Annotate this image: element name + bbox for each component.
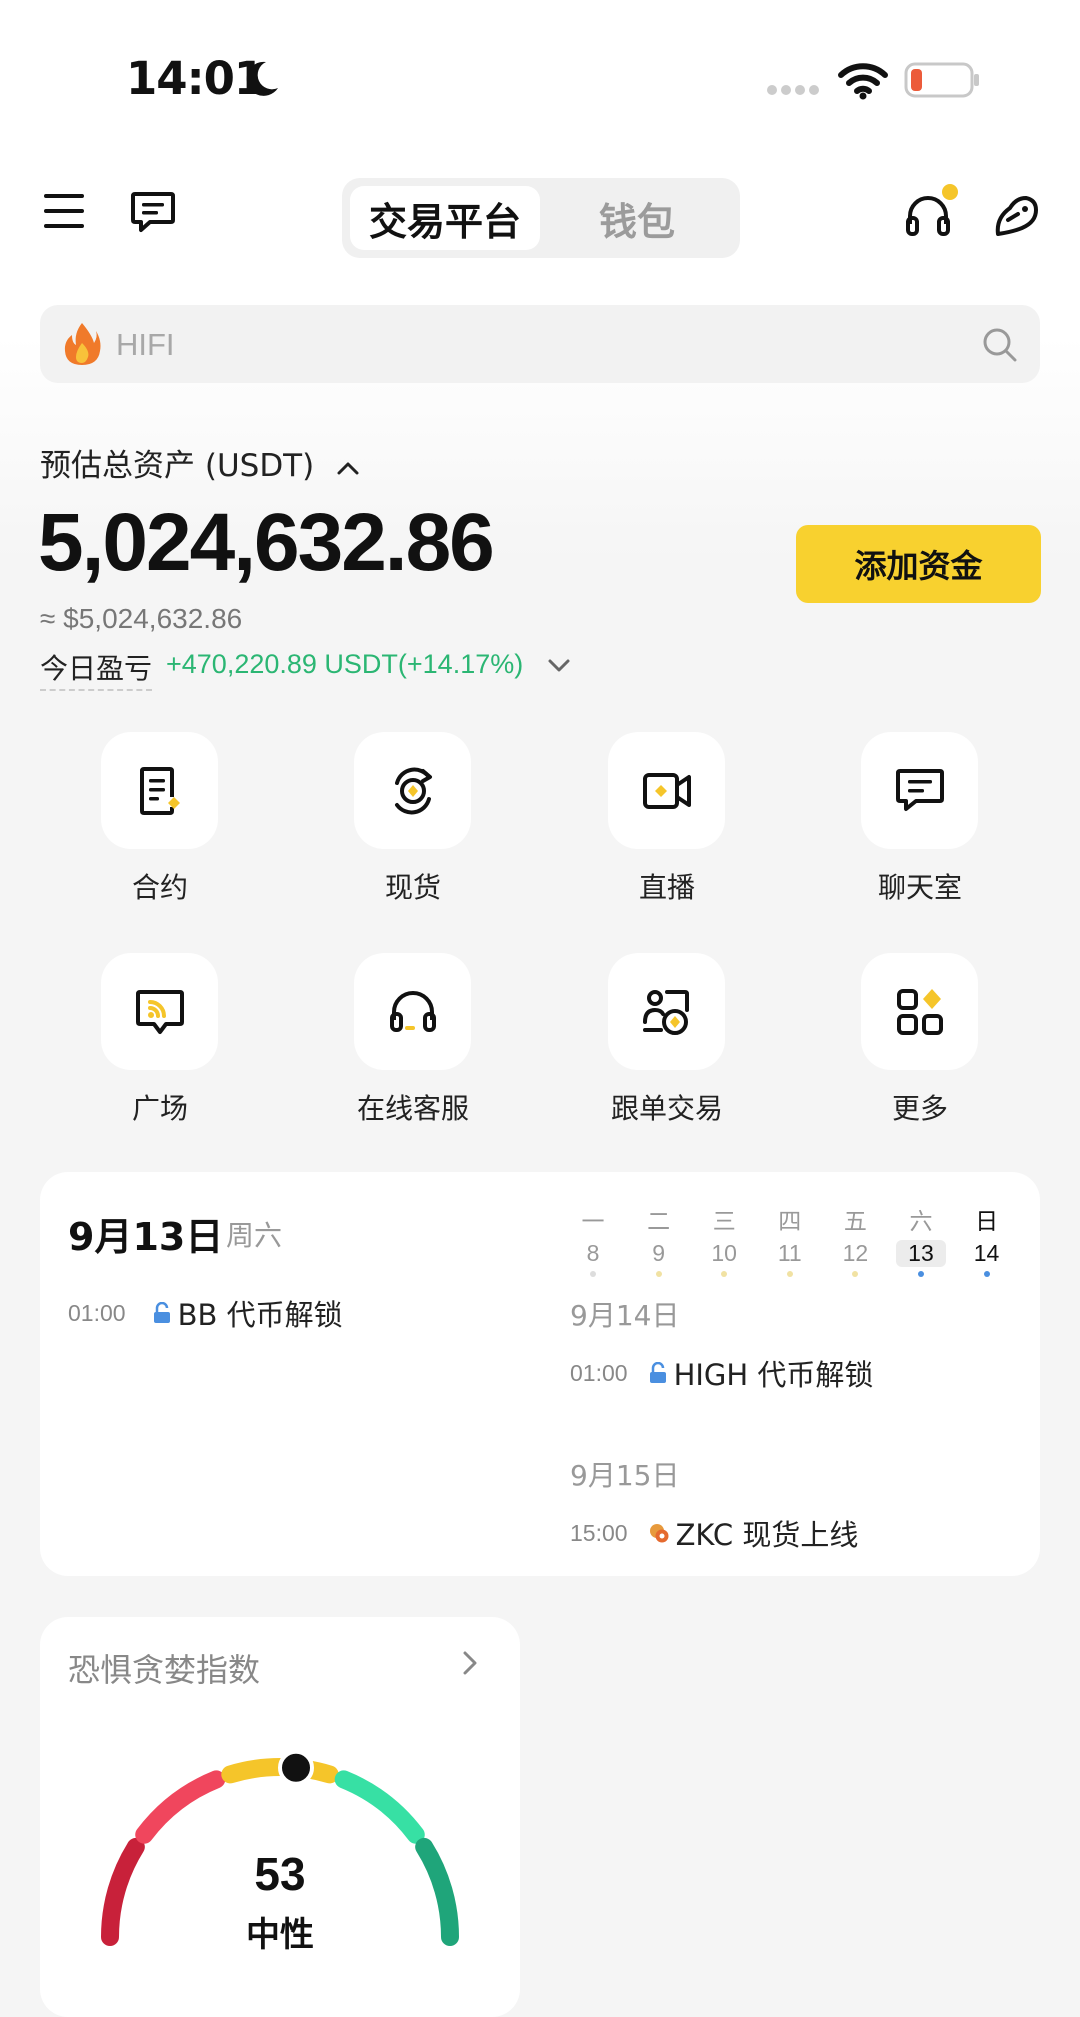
event-text: BB 代币解锁	[177, 1298, 343, 1332]
spot-listing-icon	[649, 1524, 669, 1543]
fear-greed-index-card[interactable]: 恐惧贪婪指数 53 中性	[40, 1617, 520, 2017]
event-text: ZKC 现货上线	[675, 1518, 859, 1552]
week-day-fri[interactable]: 五 12	[830, 1202, 880, 1277]
event-time: 01:00	[68, 1299, 126, 1326]
event-item[interactable]: 01:00 BB 代币解锁	[68, 1292, 343, 1334]
spot-shortcut[interactable]	[354, 732, 471, 849]
week-day-wed[interactable]: 三 10	[699, 1202, 749, 1277]
copy-trade-shortcut[interactable]	[608, 953, 725, 1070]
more-shortcut[interactable]	[861, 953, 978, 1070]
support-shortcut[interactable]	[354, 953, 471, 1070]
search-input[interactable]	[114, 319, 968, 371]
week-day-thu[interactable]: 四 11	[765, 1202, 815, 1277]
chevron-right-icon	[463, 1651, 477, 1675]
assets-usd-approx: ≈ $5,024,632.86	[40, 603, 243, 634]
event-item[interactable]: 15:00 ZKC 现货上线	[570, 1512, 858, 1554]
moon-icon	[246, 61, 278, 96]
event-time: 15:00	[570, 1519, 628, 1546]
live-icon	[642, 772, 691, 809]
search-icon[interactable]	[982, 327, 1018, 363]
live-shortcut[interactable]	[608, 732, 725, 849]
chat-icon	[895, 768, 944, 811]
week-day-sat-selected[interactable]: 六 13	[895, 1202, 946, 1277]
event-time: 01:00	[570, 1359, 628, 1386]
shortcut-label-square: 广场	[131, 1092, 188, 1125]
week-day-mon[interactable]: 一 8	[568, 1202, 618, 1277]
square-icon	[135, 989, 184, 1034]
more-icon	[896, 988, 943, 1035]
week-day-tue[interactable]: 二 9	[634, 1202, 684, 1277]
event-text: HIGH 代币解锁	[673, 1358, 874, 1392]
events-calendar-card[interactable]: 9月13日 周六 01:00 BB 代币解锁 一 8 二 9 三 10 四 11	[40, 1172, 1040, 1576]
gauge-indicator	[277, 1749, 314, 1786]
upcoming-date: 9月14日	[570, 1299, 680, 1332]
gauge-segment-greed	[334, 1770, 425, 1844]
rewards-bird-icon[interactable]	[992, 192, 1040, 240]
battery-icon	[904, 62, 979, 98]
shortcut-label-contract: 合约	[131, 871, 188, 904]
tab-wallet[interactable]: 钱包	[542, 186, 732, 250]
wifi-icon	[838, 63, 888, 100]
gauge-segment-fear	[135, 1770, 226, 1844]
calendar-selected-date: 9月13日	[68, 1215, 224, 1259]
chevron-down-icon	[548, 659, 570, 672]
fear-greed-label: 中性	[246, 1915, 314, 1955]
shortcut-label-support: 在线客服	[356, 1092, 469, 1125]
week-day-sun[interactable]: 日 14	[962, 1202, 1012, 1277]
shortcut-label-live: 直播	[638, 871, 695, 904]
spot-icon	[394, 767, 432, 814]
shortcut-label-more: 更多	[891, 1092, 948, 1125]
chevron-up-icon	[337, 462, 359, 474]
customer-support-icon[interactable]	[904, 194, 952, 240]
calendar-selected-weekday: 周六	[226, 1219, 283, 1252]
contract-icon	[139, 766, 180, 815]
week-strip: 一 8 二 9 三 10 四 11 五 12 六 13 日 14	[568, 1202, 1012, 1277]
shortcut-label-copy-trade: 跟单交易	[610, 1092, 723, 1125]
daily-pnl-label[interactable]: 今日盈亏	[40, 647, 153, 691]
menu-icon[interactable]	[42, 190, 86, 232]
support-icon	[389, 990, 436, 1032]
tab-exchange[interactable]: 交易平台	[350, 186, 540, 250]
square-shortcut[interactable]	[101, 953, 218, 1070]
messages-icon[interactable]	[130, 190, 176, 234]
shortcut-label-chatroom: 聊天室	[877, 871, 962, 904]
fire-icon	[64, 323, 101, 365]
event-item[interactable]: 01:00 HIGH 代币解锁	[570, 1352, 873, 1394]
search-bar[interactable]	[40, 305, 1040, 383]
platform-tab-switcher: 交易平台 钱包	[342, 178, 740, 258]
cellular-signal-icon	[767, 85, 819, 95]
contract-shortcut[interactable]	[101, 732, 218, 849]
notification-dot	[942, 184, 958, 200]
chatroom-shortcut[interactable]	[861, 732, 978, 849]
copy-trade-icon	[642, 989, 689, 1035]
shortcut-label-spot: 现货	[384, 871, 441, 904]
daily-pnl-value[interactable]: +470,220.89 USDT(+14.17%)	[166, 649, 571, 680]
fear-greed-value: 53	[254, 1848, 306, 1900]
total-assets-value: 5,024,632.86	[38, 497, 495, 588]
estimated-assets-label[interactable]: 预估总资产 (USDT)	[40, 440, 360, 485]
unlock-icon	[153, 1302, 170, 1323]
add-funds-button[interactable]: 添加资金	[796, 525, 1041, 603]
upcoming-date: 9月15日	[570, 1459, 680, 1492]
unlock-icon	[649, 1362, 666, 1383]
